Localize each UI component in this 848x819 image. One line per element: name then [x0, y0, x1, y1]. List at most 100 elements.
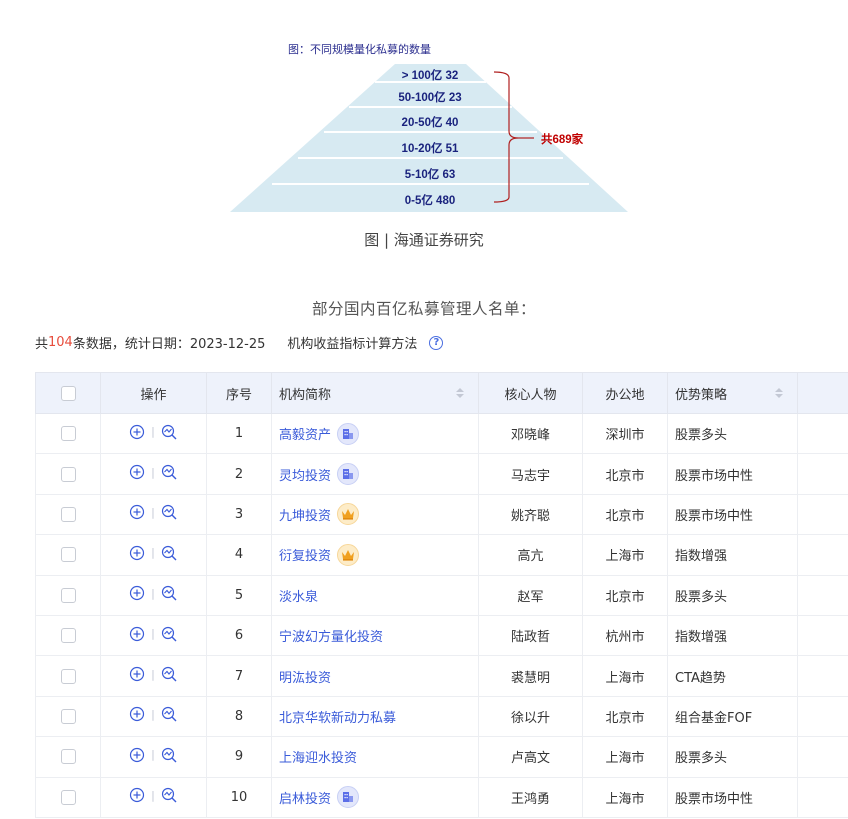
tier-label: 5-10亿 63 — [404, 169, 456, 181]
header-org-label: 机构简称 — [279, 387, 332, 403]
row-org-cell: 衍复投资 — [271, 534, 479, 576]
row-person: 邓晓峰 — [478, 412, 583, 455]
row-strategy: 股票多头 — [667, 574, 798, 616]
table-row[interactable]: | 10 启林投资 王鸿勇 上海市 股票市场中性 — [35, 776, 848, 818]
org-link[interactable]: 启林投资 — [279, 788, 331, 807]
org-link[interactable]: 九坤投资 — [279, 505, 331, 524]
help-icon[interactable]: ? — [429, 335, 444, 350]
tier-label: > 100亿 32 — [401, 70, 459, 82]
row-ops-cell: | — [100, 534, 207, 576]
add-icon[interactable] — [129, 666, 145, 682]
table-row[interactable]: | 9 上海迎水投资 卢高文 上海市 股票多头 — [35, 736, 848, 778]
add-icon[interactable] — [129, 626, 145, 642]
ops-separator: | — [151, 505, 155, 519]
row-strategy: 股票市场中性 — [667, 493, 798, 536]
table-row[interactable]: | 6 宁波幻方量化投资 陆政哲 杭州市 指数增强 — [35, 614, 848, 657]
table-row[interactable]: | 7 明汯投资 裘慧明 上海市 CTA趋势 — [35, 655, 848, 697]
row-checkbox[interactable] — [60, 628, 76, 644]
row-checkbox[interactable] — [60, 668, 76, 684]
row-checkbox[interactable] — [60, 466, 76, 482]
row-strategy: 指数增强 — [667, 614, 798, 657]
analyze-icon[interactable] — [161, 666, 178, 682]
row-strategy: 股票市场中性 — [667, 453, 798, 495]
org-link[interactable]: 灵均投资 — [279, 465, 331, 484]
row-index: 1 — [206, 412, 272, 455]
row-extra — [797, 574, 848, 616]
analyze-icon[interactable] — [161, 424, 178, 440]
analyze-icon[interactable] — [161, 464, 178, 480]
add-icon[interactable] — [129, 545, 145, 561]
table-row[interactable]: | 5 淡水泉 赵军 北京市 股票多头 — [35, 574, 848, 616]
analyze-icon[interactable] — [161, 706, 178, 722]
row-org-cell: 淡水泉 — [271, 574, 479, 616]
org-link[interactable]: 上海迎水投资 — [279, 747, 357, 766]
crown-icon — [337, 503, 360, 526]
row-extra — [797, 614, 848, 657]
row-checkbox[interactable] — [60, 587, 76, 603]
row-checkbox[interactable] — [60, 789, 76, 805]
org-link[interactable]: 宁波幻方量化投资 — [279, 626, 383, 645]
row-checkbox[interactable] — [60, 426, 76, 442]
table-row[interactable]: | 4 衍复投资 高亢 上海市 指数增强 — [35, 534, 848, 576]
row-select-cell — [35, 574, 101, 616]
org-link[interactable]: 明汯投资 — [279, 667, 331, 686]
row-org-cell: 高毅资产 — [271, 412, 479, 455]
ops-separator: | — [151, 586, 155, 600]
ops-separator: | — [151, 627, 155, 641]
header-strategy[interactable]: 优势策略 — [667, 372, 798, 414]
row-city: 北京市 — [582, 695, 668, 738]
row-city: 上海市 — [582, 534, 668, 576]
row-index: 2 — [206, 453, 272, 495]
table-row[interactable]: | 3 九坤投资 姚齐聪 北京市 股票市场中性 — [35, 493, 848, 536]
analyze-icon[interactable] — [161, 504, 178, 520]
header-city: 办公地 — [582, 372, 668, 414]
summary-bar: 共 104 条数据，统计日期：2023-12-25 机构收益指标计算方法 ? — [35, 333, 444, 352]
org-link[interactable]: 高毅资产 — [279, 424, 331, 443]
add-icon[interactable] — [129, 747, 145, 763]
ops-separator: | — [151, 707, 155, 721]
row-city: 深圳市 — [582, 412, 668, 455]
row-checkbox[interactable] — [60, 749, 76, 765]
section-title: 部分国内百亿私募管理人名单： — [311, 300, 536, 318]
ops-separator: | — [151, 425, 155, 439]
row-checkbox[interactable] — [60, 547, 76, 563]
add-icon[interactable] — [129, 424, 145, 440]
row-extra — [797, 493, 848, 536]
row-extra — [797, 655, 848, 697]
add-icon[interactable] — [129, 706, 145, 722]
analyze-icon[interactable] — [161, 747, 178, 763]
add-icon[interactable] — [129, 787, 145, 803]
tier-label: 0-5亿 480 — [404, 195, 456, 207]
header-org[interactable]: 机构简称 — [271, 372, 479, 414]
table-row[interactable]: | 1 高毅资产 邓晓峰 深圳市 股票多头 — [35, 412, 848, 455]
tier-label: 10-20亿 51 — [401, 143, 459, 155]
row-index: 5 — [206, 574, 272, 616]
analyze-icon[interactable] — [161, 787, 178, 803]
sort-icon[interactable] — [456, 388, 464, 400]
row-city: 上海市 — [582, 655, 668, 697]
select-all-checkbox[interactable] — [60, 385, 76, 401]
row-checkbox[interactable] — [60, 708, 76, 724]
org-link[interactable]: 衍复投资 — [279, 545, 331, 564]
summary-prefix: 共 — [35, 337, 49, 352]
table-row[interactable]: | 2 灵均投资 马志宇 北京市 股票市场中性 — [35, 453, 848, 495]
table-row[interactable]: | 8 北京华软新动力私募 徐以升 北京市 组合基金FOF — [35, 695, 848, 738]
analyze-icon[interactable] — [161, 626, 178, 642]
sort-icon[interactable] — [775, 388, 783, 400]
row-org-cell: 宁波幻方量化投资 — [271, 614, 479, 657]
analyze-icon[interactable] — [161, 585, 178, 601]
org-link[interactable]: 淡水泉 — [279, 586, 318, 605]
ops-separator: | — [151, 748, 155, 762]
add-icon[interactable] — [129, 585, 145, 601]
add-icon[interactable] — [129, 504, 145, 520]
org-link[interactable]: 北京华软新动力私募 — [279, 707, 396, 726]
row-person: 高亢 — [478, 534, 583, 576]
row-ops-cell: | — [100, 695, 207, 738]
row-select-cell — [35, 534, 101, 576]
building-icon — [337, 422, 360, 445]
row-strategy: 组合基金FOF — [667, 695, 798, 738]
method-link[interactable]: 机构收益指标计算方法 — [287, 333, 417, 352]
row-checkbox[interactable] — [60, 506, 76, 522]
add-icon[interactable] — [129, 464, 145, 480]
analyze-icon[interactable] — [161, 545, 178, 561]
